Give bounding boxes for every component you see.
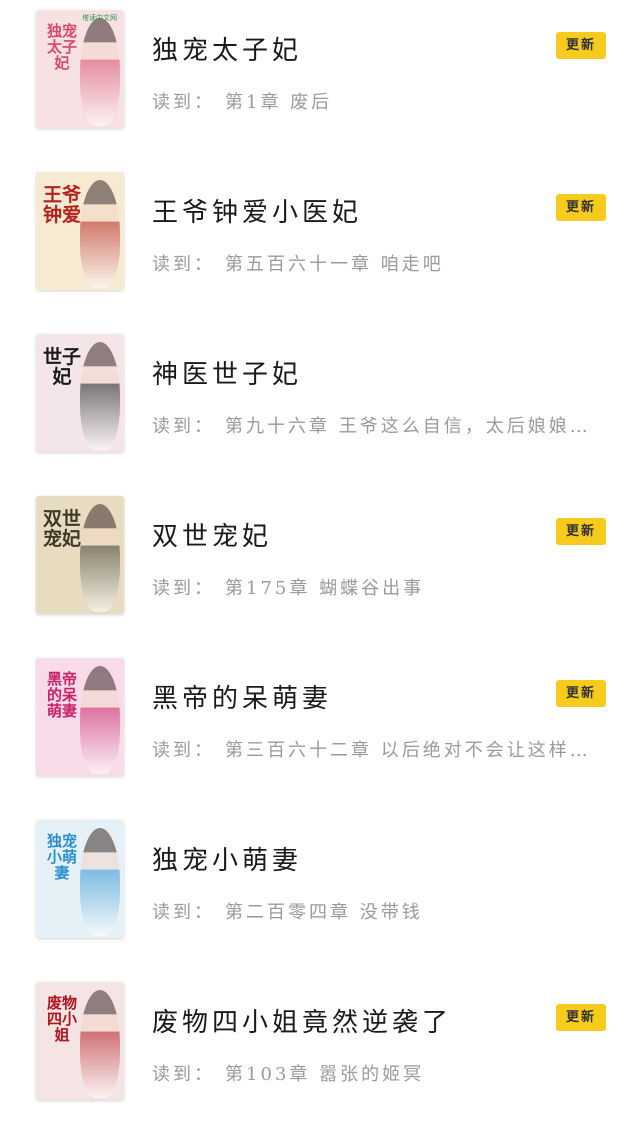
cover-title-text: 世子妃 — [42, 346, 81, 388]
cover-figure-art — [80, 990, 120, 1098]
cover-figure-art — [80, 180, 120, 288]
book-row[interactable]: 黑帝的呆萌妻 黑帝的呆萌妻读到： 第三百六十二章 以后绝对不会让这样的… 更新 — [0, 648, 640, 810]
book-title[interactable]: 神医世子妃 — [152, 354, 302, 391]
cover-figure-art — [80, 504, 120, 612]
last-chapter-text: 第二百零四章 没带钱 — [225, 902, 423, 923]
book-cover[interactable]: 独宠太子妃 塔读中文网 — [36, 10, 124, 128]
cover-title-text: 独宠太子妃 — [46, 22, 77, 72]
read-to-label: 读到： — [152, 1064, 215, 1085]
read-to-label: 读到： — [152, 92, 215, 113]
bookshelf-list: 独宠太子妃 塔读中文网 独宠太子妃 读到： 第1章 废后 更新 王爷钟爱 王爷钟爱小医妃 读到：… — [0, 0, 640, 1134]
reading-progress: 读到： 第1章 废后 — [152, 88, 607, 114]
reading-progress: 读到： 第三百六十二章 以后绝对不会让这样的… — [152, 736, 607, 762]
cover-figure-art — [80, 342, 120, 450]
book-cover[interactable]: 世子妃 — [36, 334, 124, 452]
last-chapter-text: 第五百六十一章 咱走吧 — [225, 254, 444, 275]
last-chapter-text: 第三百六十二章 以后绝对不会让这样的… — [225, 740, 607, 761]
reading-progress: 读到： 第103章 嚣张的姬冥 — [152, 1060, 607, 1086]
update-badge[interactable]: 更新 — [556, 680, 606, 707]
cover-title-text: 废物四小姐 — [46, 994, 77, 1044]
book-title[interactable]: 独宠太子妃 — [152, 30, 302, 67]
reading-progress: 读到： 第175章 蝴蝶谷出事 — [152, 574, 607, 600]
update-badge[interactable]: 更新 — [556, 32, 606, 59]
cover-figure-art — [80, 828, 120, 936]
cover-title-text: 黑帝的呆萌妻 — [46, 670, 77, 720]
read-to-label: 读到： — [152, 902, 215, 923]
last-chapter-text: 第九十六章 王爷这么自信，太后娘娘知… — [225, 416, 607, 437]
book-row[interactable]: 王爷钟爱 王爷钟爱小医妃读到： 第五百六十一章 咱走吧 更新 — [0, 162, 640, 324]
book-row[interactable]: 双世宠妃 双世宠妃读到： 第175章 蝴蝶谷出事 更新 — [0, 486, 640, 648]
book-title[interactable]: 独宠小萌妻 — [152, 840, 302, 877]
book-cover[interactable]: 废物四小姐 — [36, 982, 124, 1100]
book-title[interactable]: 黑帝的呆萌妻 — [152, 678, 332, 715]
book-row[interactable]: 废物四小姐 废物四小姐竟然逆袭了读到： 第103章 嚣张的姬冥 更新 — [0, 972, 640, 1134]
cover-publisher-label: 塔读中文网 — [82, 14, 117, 22]
book-cover[interactable]: 独宠小萌妻 — [36, 820, 124, 938]
cover-figure-art — [80, 666, 120, 774]
reading-progress: 读到： 第二百零四章 没带钱 — [152, 898, 607, 924]
read-to-label: 读到： — [152, 416, 215, 437]
book-title[interactable]: 王爷钟爱小医妃 — [152, 192, 362, 229]
update-badge[interactable]: 更新 — [556, 1004, 606, 1031]
update-badge[interactable]: 更新 — [556, 194, 606, 221]
read-to-label: 读到： — [152, 740, 215, 761]
read-to-label: 读到： — [152, 254, 215, 275]
reading-progress: 读到： 第五百六十一章 咱走吧 — [152, 250, 607, 276]
book-row[interactable]: 独宠小萌妻 独宠小萌妻读到： 第二百零四章 没带钱 — [0, 810, 640, 972]
book-title[interactable]: 废物四小姐竟然逆袭了 — [152, 1002, 452, 1039]
book-cover[interactable]: 王爷钟爱 — [36, 172, 124, 290]
cover-title-text: 双世宠妃 — [42, 508, 81, 550]
book-row[interactable]: 世子妃 神医世子妃读到： 第九十六章 王爷这么自信，太后娘娘知… — [0, 324, 640, 486]
cover-figure-art — [80, 18, 120, 126]
update-badge[interactable]: 更新 — [556, 518, 606, 545]
book-cover[interactable]: 黑帝的呆萌妻 — [36, 658, 124, 776]
cover-title-text: 独宠小萌妻 — [46, 832, 77, 882]
cover-title-text: 王爷钟爱 — [42, 184, 81, 226]
reading-progress: 读到： 第九十六章 王爷这么自信，太后娘娘知… — [152, 412, 607, 438]
book-title[interactable]: 双世宠妃 — [152, 516, 272, 553]
book-row[interactable]: 独宠太子妃 塔读中文网 独宠太子妃 读到： 第1章 废后 更新 — [0, 0, 640, 162]
book-cover[interactable]: 双世宠妃 — [36, 496, 124, 614]
read-to-label: 读到： — [152, 578, 215, 599]
last-chapter-text: 第175章 蝴蝶谷出事 — [225, 578, 425, 599]
last-chapter-text: 第1章 废后 — [225, 92, 333, 113]
last-chapter-text: 第103章 嚣张的姬冥 — [225, 1064, 425, 1085]
